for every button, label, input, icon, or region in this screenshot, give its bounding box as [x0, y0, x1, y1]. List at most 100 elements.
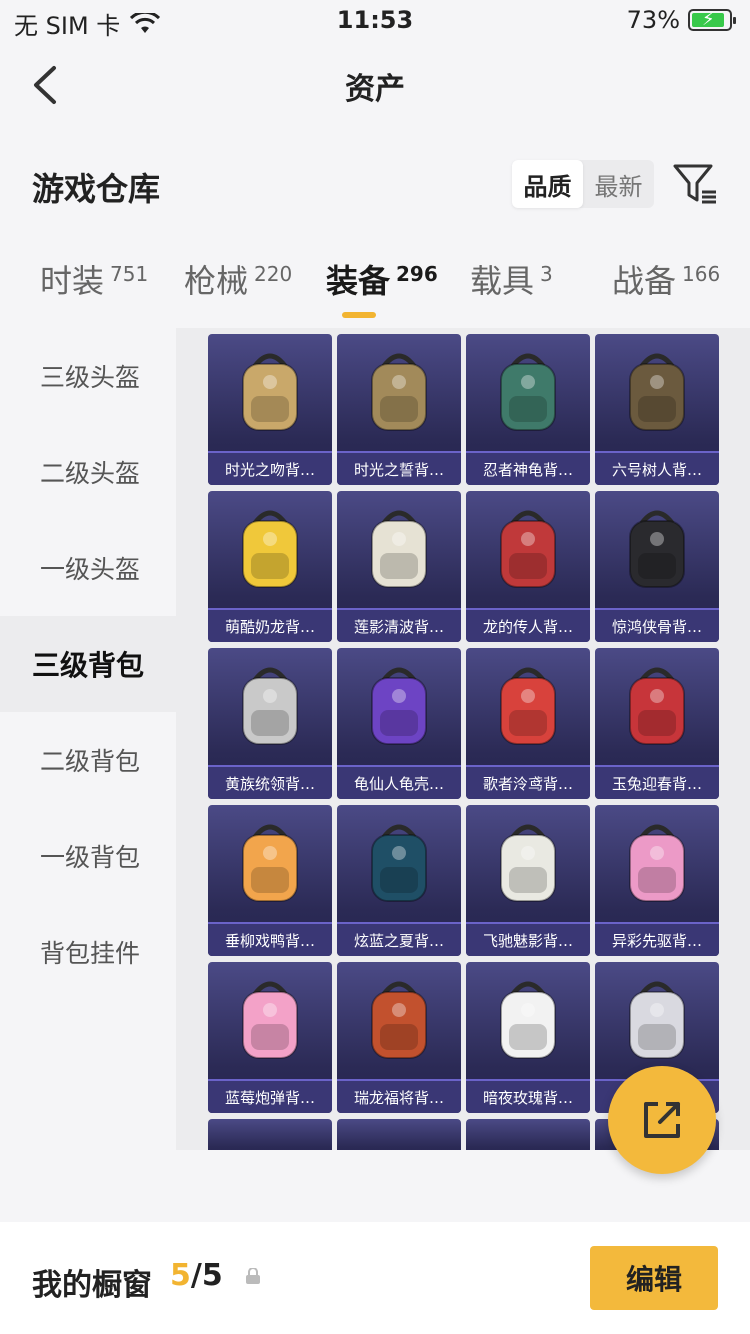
backpack-icon: [466, 805, 590, 921]
item-card[interactable]: 玉兔迎春背…: [595, 648, 719, 799]
item-name: 时光之吻背…: [208, 451, 332, 485]
share-button[interactable]: [608, 1066, 716, 1174]
sidebar-item-backpack-charm[interactable]: 背包挂件: [0, 904, 176, 1000]
item-card[interactable]: 飞驰魅影背…: [466, 805, 590, 956]
item-card[interactable]: 龟仙人龟壳…: [337, 648, 461, 799]
item-name: 时光之誓背…: [337, 451, 461, 485]
tab-guns[interactable]: 枪械 220: [184, 256, 292, 302]
tab-count: 166: [682, 262, 721, 286]
tab-count: 751: [110, 262, 149, 286]
sidebar-item-lv2-backpack[interactable]: 二级背包: [0, 712, 176, 808]
backpack-icon: [337, 805, 461, 921]
tab-count: 220: [254, 262, 293, 286]
item-card[interactable]: 黄族统领背…: [208, 648, 332, 799]
bottom-bar: 我的橱窗 5/5 编辑: [0, 1222, 750, 1334]
lock-icon: [246, 1268, 260, 1284]
backpack-icon: [595, 962, 719, 1078]
backpack-icon: [595, 805, 719, 921]
item-card[interactable]: 暗夜玫瑰背…: [466, 962, 590, 1113]
sidebar-item-lv3-helmet[interactable]: 三级头盔: [0, 328, 176, 424]
item-grid: 时光之吻背… 时光之誓背… 忍者神龟背… 六号树人背… 萌酷奶龙背… 莲影清波背… 龙的传人…: [208, 334, 719, 1150]
tab-label: 枪械: [184, 262, 249, 300]
item-name: 龙的传人背…: [466, 608, 590, 642]
sidebar-item-lv3-backpack[interactable]: 三级背包: [0, 616, 176, 712]
sort-toggle: 品质 最新: [512, 160, 654, 208]
item-name: 歌者泠鸢背…: [466, 765, 590, 799]
item-card[interactable]: 莲影清波背…: [337, 491, 461, 642]
showcase-current: 5: [170, 1258, 191, 1293]
item-card[interactable]: 时光之誓背…: [337, 334, 461, 485]
item-name: 莲影清波背…: [337, 608, 461, 642]
backpack-icon: [595, 648, 719, 764]
tab-count: 3: [540, 262, 553, 286]
item-card-partial[interactable]: [208, 1119, 332, 1150]
tab-label: 时装: [40, 262, 105, 300]
item-name: 玉兔迎春背…: [595, 765, 719, 799]
item-card[interactable]: 歌者泠鸢背…: [466, 648, 590, 799]
backpack-icon: [208, 648, 332, 764]
item-card[interactable]: 萌酷奶龙背…: [208, 491, 332, 642]
item-card[interactable]: 六号树人背…: [595, 334, 719, 485]
item-grid-area: 时光之吻背… 时光之誓背… 忍者神龟背… 六号树人背… 萌酷奶龙背… 莲影清波背… 龙的传人…: [176, 328, 750, 1150]
backpack-icon: [208, 334, 332, 450]
backpack-icon: [208, 491, 332, 607]
item-name: 炫蓝之夏背…: [337, 922, 461, 956]
battery-percent: 73%: [626, 6, 680, 34]
sort-latest-button[interactable]: 最新: [583, 160, 654, 208]
item-card[interactable]: 瑞龙福将背…: [337, 962, 461, 1113]
status-bar: 无 SIM 卡 11:53 73% ⚡: [0, 0, 750, 40]
item-card-partial[interactable]: [466, 1119, 590, 1150]
tab-label: 装备: [326, 262, 391, 300]
warehouse-title: 游戏仓库: [32, 170, 161, 208]
item-card[interactable]: 龙的传人背…: [466, 491, 590, 642]
edit-button[interactable]: 编辑: [590, 1246, 718, 1310]
backpack-icon: [595, 334, 719, 450]
item-card[interactable]: 垂柳戏鸭背…: [208, 805, 332, 956]
item-name: 飞驰魅影背…: [466, 922, 590, 956]
tab-label: 载具: [470, 262, 535, 300]
item-name: 异彩先驱背…: [595, 922, 719, 956]
battery-icon: ⚡: [688, 9, 736, 31]
item-name: 蓝莓炮弹背…: [208, 1079, 332, 1113]
item-name: 黄族统领背…: [208, 765, 332, 799]
item-card[interactable]: 炫蓝之夏背…: [337, 805, 461, 956]
item-name: 暗夜玫瑰背…: [466, 1079, 590, 1113]
item-card-partial[interactable]: [337, 1119, 461, 1150]
tab-vehicles[interactable]: 载具 3: [470, 256, 553, 302]
backpack-icon: [466, 334, 590, 450]
showcase-label: 我的橱窗: [32, 1268, 152, 1303]
sidebar-item-lv2-helmet[interactable]: 二级头盔: [0, 424, 176, 520]
item-card[interactable]: 蓝莓炮弹背…: [208, 962, 332, 1113]
status-right: 73% ⚡: [626, 6, 736, 34]
tab-fashion[interactable]: 时装 751: [40, 256, 148, 302]
item-card[interactable]: 异彩先驱背…: [595, 805, 719, 956]
item-name: 垂柳戏鸭背…: [208, 922, 332, 956]
item-name: 忍者神龟背…: [466, 451, 590, 485]
backpack-icon: [337, 962, 461, 1078]
backpack-icon: [466, 648, 590, 764]
item-card[interactable]: 惊鸿侠骨背…: [595, 491, 719, 642]
sidebar: 三级头盔 二级头盔 一级头盔 三级背包 二级背包 一级背包 背包挂件: [0, 328, 176, 1000]
active-tab-indicator: [342, 312, 376, 318]
tab-label: 战备: [612, 262, 677, 300]
showcase-total: /5: [190, 1258, 223, 1293]
sidebar-item-lv1-backpack[interactable]: 一级背包: [0, 808, 176, 904]
item-name: 萌酷奶龙背…: [208, 608, 332, 642]
sort-quality-button[interactable]: 品质: [512, 160, 583, 208]
backpack-icon: [208, 805, 332, 921]
item-name: 瑞龙福将背…: [337, 1079, 461, 1113]
tab-battle-gear[interactable]: 战备 166: [612, 256, 720, 302]
item-card[interactable]: 时光之吻背…: [208, 334, 332, 485]
item-card[interactable]: 忍者神龟背…: [466, 334, 590, 485]
backpack-icon: [208, 962, 332, 1078]
backpack-icon: [595, 491, 719, 607]
showcase-count: 5/5: [170, 1258, 223, 1293]
item-name: 六号树人背…: [595, 451, 719, 485]
filter-icon[interactable]: [672, 162, 718, 206]
page-title: 资产: [345, 72, 405, 107]
item-name: 惊鸿侠骨背…: [595, 608, 719, 642]
tab-count: 296: [396, 262, 438, 286]
tab-equipment[interactable]: 装备 296: [326, 256, 438, 302]
share-icon: [644, 1102, 680, 1138]
sidebar-item-lv1-helmet[interactable]: 一级头盔: [0, 520, 176, 616]
